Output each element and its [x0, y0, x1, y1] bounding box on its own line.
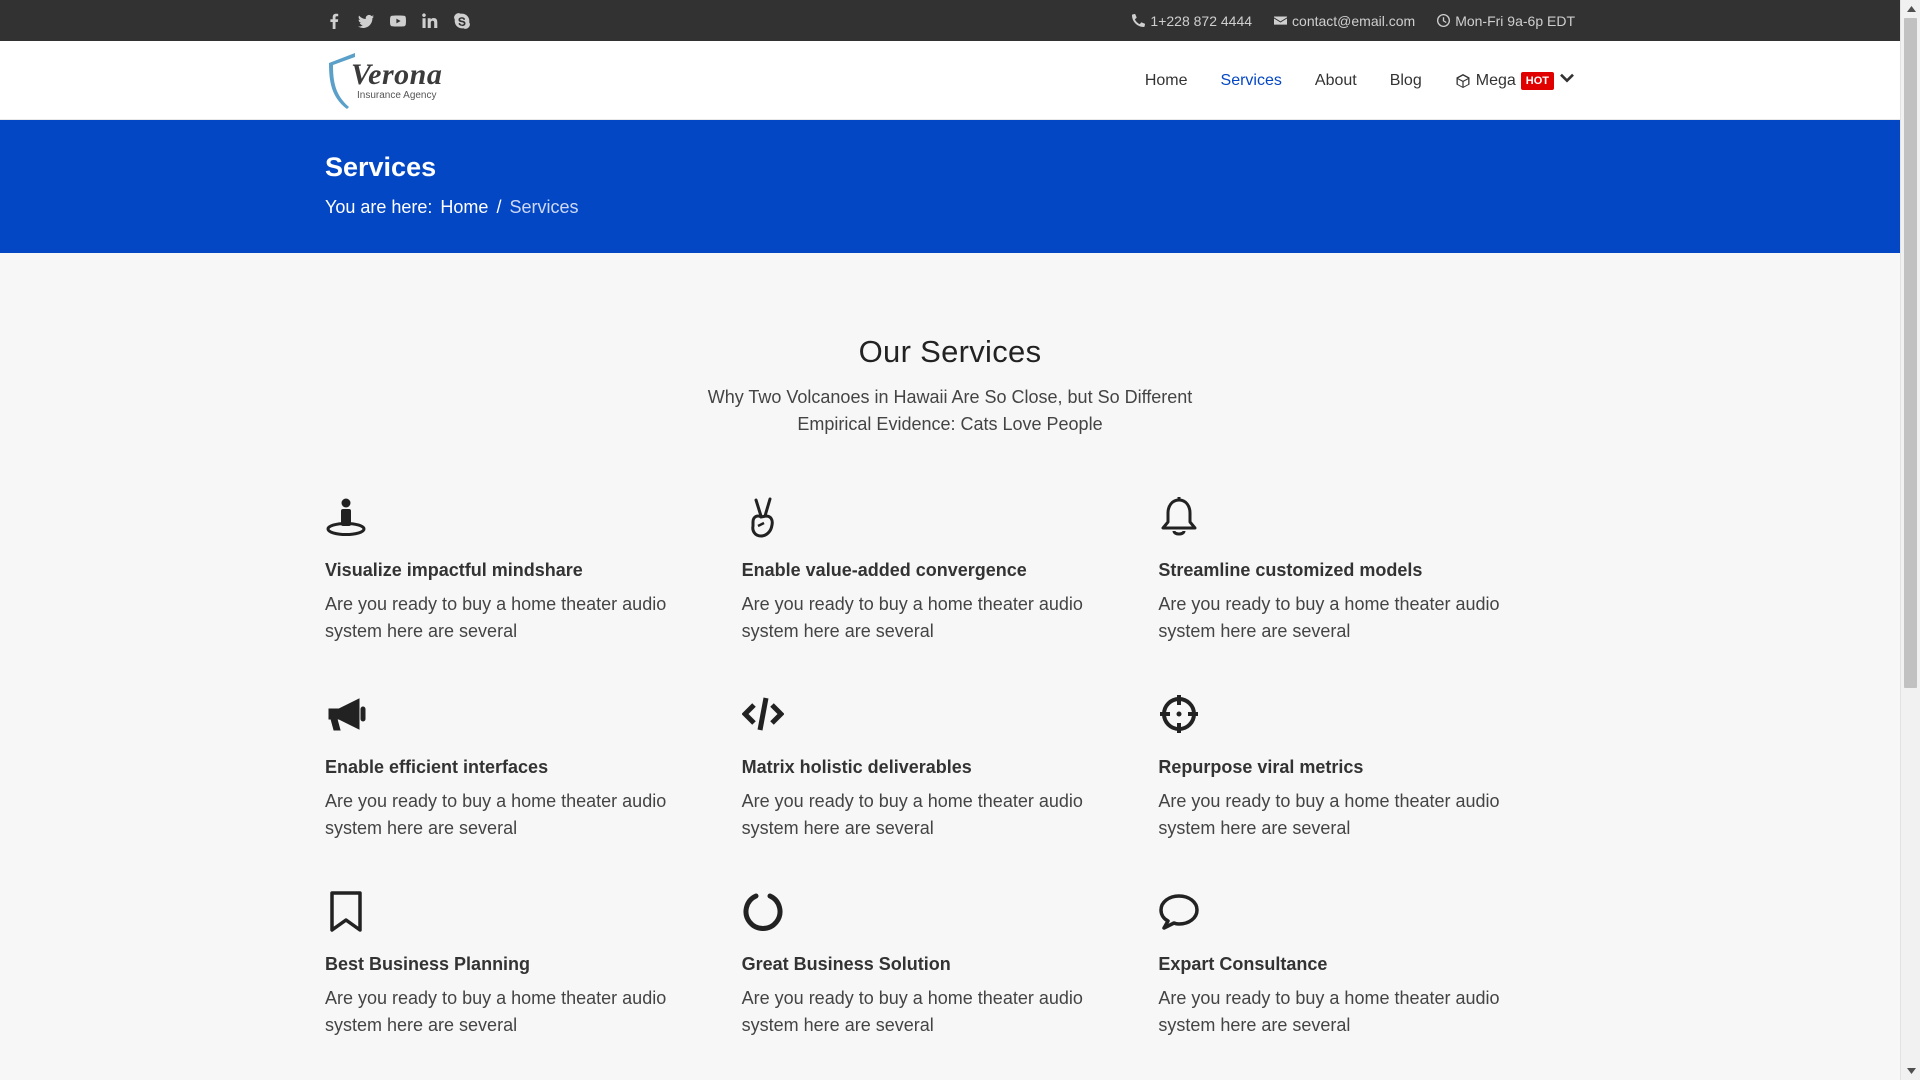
- megaphone-icon: [325, 693, 371, 739]
- breadcrumb-home[interactable]: Home: [440, 197, 488, 218]
- bell-icon: [1158, 496, 1204, 542]
- logo-name: Verona: [351, 58, 443, 91]
- service-text: Are you ready to buy a home theater audi…: [741, 594, 1083, 641]
- service-text: Are you ready to buy a home theater audi…: [741, 988, 1083, 1035]
- facebook-icon[interactable]: [325, 12, 343, 30]
- service-card: Expart Consultance Are you ready to buy …: [1158, 890, 1575, 1039]
- scroll-down-arrow-icon[interactable]: [1901, 1062, 1920, 1080]
- service-title: Great Business Solution: [741, 954, 951, 974]
- person-pin-icon: [325, 496, 371, 542]
- service-card: Streamline customized models Are you rea…: [1158, 496, 1575, 645]
- service-card: Enable efficient interfaces Are you read…: [325, 693, 742, 842]
- circle-notch-icon: [742, 890, 788, 936]
- service-title: Streamline customized models: [1158, 560, 1423, 580]
- service-card: Enable value-added convergence Are you r…: [742, 496, 1159, 645]
- crosshair-icon: [1158, 693, 1204, 739]
- section-subtitle-2: Empirical Evidence: Cats Love People: [797, 414, 1103, 434]
- service-card: Visualize impactful mindshare Are you re…: [325, 496, 742, 645]
- phone-icon: [1132, 14, 1146, 27]
- nav-services[interactable]: Services: [1221, 72, 1282, 90]
- service-text: Are you ready to buy a home theater audi…: [1158, 791, 1500, 838]
- service-card: Matrix holistic deliverables Are you rea…: [741, 693, 1159, 842]
- social-links: [325, 12, 471, 30]
- scrollbar-thumb[interactable]: [1904, 18, 1917, 688]
- breadcrumb: You are here: Home / Services: [325, 197, 1575, 218]
- breadcrumb-current: Services: [509, 197, 579, 217]
- service-title: Repurpose viral metrics: [1158, 757, 1364, 777]
- service-title: Enable efficient interfaces: [325, 757, 549, 777]
- bookmark-icon: [325, 890, 371, 936]
- code-icon: [741, 693, 788, 739]
- peace-hand-icon: [742, 496, 788, 542]
- youtube-icon[interactable]: [389, 12, 407, 30]
- services-section: Our Services Why Two Volcanoes in Hawaii…: [0, 253, 1900, 1039]
- twitter-icon[interactable]: [357, 12, 375, 30]
- envelope-icon: [1274, 16, 1288, 25]
- nav-mega-label: Mega: [1475, 71, 1516, 89]
- top-bar: 1+228 872 4444 contact@email.com Mon-Fri…: [0, 0, 1900, 41]
- service-title: Best Business Planning: [325, 954, 531, 974]
- breadcrumb-separator: /: [496, 197, 502, 217]
- clock-icon: [1437, 14, 1451, 27]
- logo[interactable]: Verona Insurance Agency: [325, 51, 442, 111]
- contact-info: 1+228 872 4444 contact@email.com Mon-Fri…: [1132, 13, 1575, 29]
- service-text: Are you ready to buy a home theater audi…: [1158, 988, 1500, 1035]
- service-text: Are you ready to buy a home theater audi…: [1158, 594, 1500, 641]
- hours-info: Mon-Fri 9a-6p EDT: [1437, 13, 1575, 29]
- service-title: Visualize impactful mindshare: [325, 560, 583, 580]
- service-title: Enable value-added convergence: [741, 560, 1027, 580]
- page-title: Services: [325, 152, 437, 182]
- chevron-down-icon: [1559, 70, 1575, 91]
- phone-info[interactable]: 1+228 872 4444: [1132, 13, 1252, 29]
- breadcrumb-prefix: You are here:: [325, 197, 433, 217]
- nav-mega[interactable]: Mega HOT: [1455, 70, 1575, 91]
- scroll-up-arrow-icon[interactable]: [1901, 0, 1920, 18]
- section-subtitle-1: Why Two Volcanoes in Hawaii Are So Close…: [707, 387, 1193, 407]
- service-card: Best Business Planning Are you ready to …: [325, 890, 742, 1039]
- hot-badge: HOT: [1520, 71, 1554, 90]
- services-grid: Visualize impactful mindshare Are you re…: [325, 496, 1575, 1039]
- email-info[interactable]: contact@email.com: [1274, 13, 1415, 29]
- service-text: Are you ready to buy a home theater audi…: [325, 594, 667, 641]
- cube-icon: [1456, 73, 1470, 88]
- service-text: Are you ready to buy a home theater audi…: [741, 791, 1083, 838]
- nav-about[interactable]: About: [1315, 72, 1357, 90]
- service-title: Matrix holistic deliverables: [741, 757, 972, 777]
- nav-home[interactable]: Home: [1145, 72, 1188, 90]
- page: 1+228 872 4444 contact@email.com Mon-Fri…: [0, 0, 1900, 1080]
- vertical-scrollbar[interactable]: [1900, 0, 1920, 1080]
- section-title: Our Services: [858, 334, 1042, 369]
- skype-icon[interactable]: [453, 12, 471, 30]
- logo-subtitle: Insurance Agency: [357, 90, 437, 101]
- email-text: contact@email.com: [1292, 12, 1416, 29]
- service-card: Repurpose viral metrics Are you ready to…: [1158, 693, 1575, 842]
- phone-text: 1+228 872 4444: [1150, 12, 1253, 29]
- hours-text: Mon-Fri 9a-6p EDT: [1455, 12, 1575, 29]
- site-header: Verona Insurance Agency Home Services Ab…: [0, 41, 1900, 120]
- page-banner: Services You are here: Home / Services: [0, 120, 1900, 253]
- chat-bubble-icon: [1158, 890, 1204, 936]
- service-text: Are you ready to buy a home theater audi…: [325, 988, 667, 1035]
- service-card: Great Business Solution Are you ready to…: [742, 890, 1159, 1039]
- linkedin-icon[interactable]: [421, 12, 439, 30]
- service-title: Expart Consultance: [1158, 954, 1328, 974]
- nav-blog[interactable]: Blog: [1390, 72, 1422, 90]
- main-nav: Home Services About Blog Mega HOT: [1145, 70, 1575, 91]
- service-text: Are you ready to buy a home theater audi…: [325, 791, 667, 838]
